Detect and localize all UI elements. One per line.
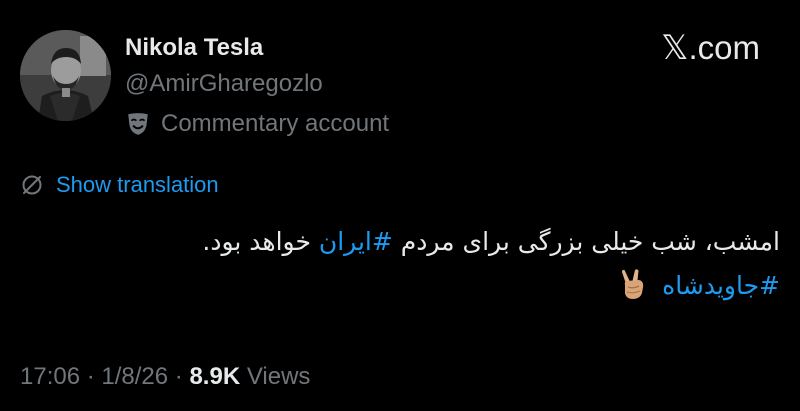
tweet-card: Nikola Tesla @AmirGharegozlo Commentary …	[0, 0, 800, 411]
hashtag-javidshah[interactable]: #جاویدشاه	[662, 271, 780, 300]
meta-separator: ·	[80, 363, 102, 390]
tweet-time[interactable]: 17:06	[20, 363, 80, 390]
show-translation-link[interactable]: Show translation	[20, 172, 219, 198]
tweet-line-2: #جاویدشاه	[20, 264, 780, 308]
meta-separator: ·	[168, 363, 190, 390]
x-logo-icon: 𝕏	[661, 28, 689, 68]
tweet-text-segment: امشب، شب خیلی بزرگی برای مردم	[392, 227, 780, 256]
user-handle[interactable]: @AmirGharegozlo	[125, 70, 323, 98]
globe-slash-icon	[22, 175, 42, 195]
display-name[interactable]: Nikola Tesla	[125, 34, 263, 62]
commentary-account-label: Commentary account	[125, 109, 389, 139]
profile-photo	[20, 30, 111, 121]
tweet-text: امشب، شب خیلی بزرگی برای مردم #ایران خوا…	[20, 220, 780, 308]
commentary-account-text: Commentary account	[161, 110, 390, 137]
tweet-date[interactable]: 1/8/26	[101, 363, 168, 390]
show-translation-label[interactable]: Show translation	[56, 172, 219, 198]
avatar[interactable]	[20, 30, 111, 121]
hashtag-iran[interactable]: #ایران	[319, 227, 393, 256]
theater-mask-icon	[128, 113, 148, 135]
tweet-line-1: امشب، شب خیلی بزرگی برای مردم #ایران خوا…	[20, 220, 780, 264]
views-count[interactable]: 8.9K	[189, 363, 240, 390]
victory-hand-emoji	[622, 269, 644, 299]
brand-domain: .com	[688, 29, 760, 66]
tweet-text-segment: خواهد بود.	[202, 227, 319, 256]
views-label: Views	[246, 363, 311, 390]
x-com-watermark: 𝕏 .com	[661, 28, 760, 68]
tweet-meta: 17:06 · 1/8/26 · 8.9K Views	[20, 363, 310, 391]
